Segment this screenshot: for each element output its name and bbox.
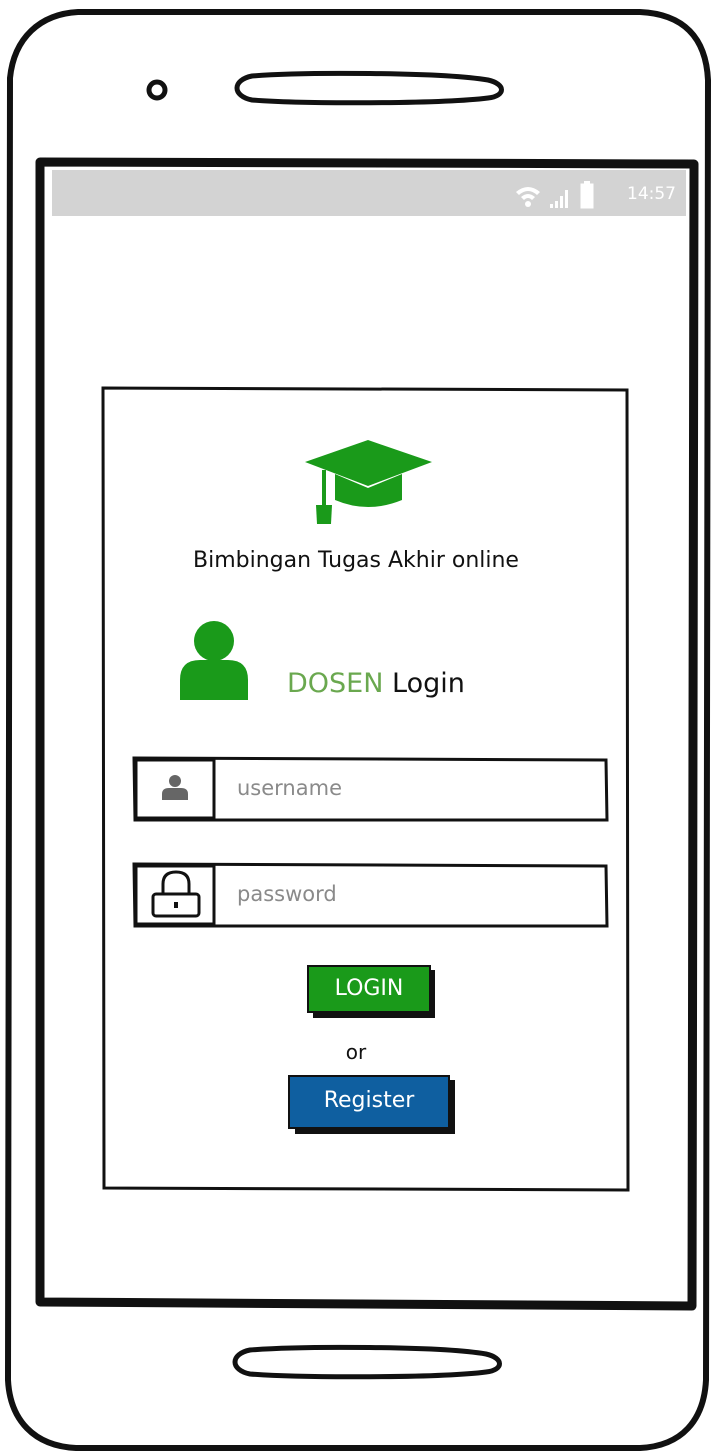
register-button[interactable]: Register	[289, 1088, 449, 1113]
graduation-cap-icon	[305, 440, 432, 524]
phone-frame: 14:57 Bimbingan Tugas Akhir online DOSEN…	[0, 0, 712, 1456]
password-input[interactable]	[235, 878, 579, 910]
login-label: Login	[392, 668, 465, 699]
login-heading: DOSEN Login	[287, 668, 465, 699]
or-separator: or	[345, 1040, 367, 1064]
login-card	[101, 386, 630, 1192]
role-label: DOSEN	[287, 668, 384, 699]
user-icon	[180, 621, 248, 700]
app-title: Bimbingan Tugas Akhir online	[193, 548, 519, 573]
login-button[interactable]: LOGIN	[308, 976, 430, 1001]
username-input[interactable]	[235, 772, 579, 804]
